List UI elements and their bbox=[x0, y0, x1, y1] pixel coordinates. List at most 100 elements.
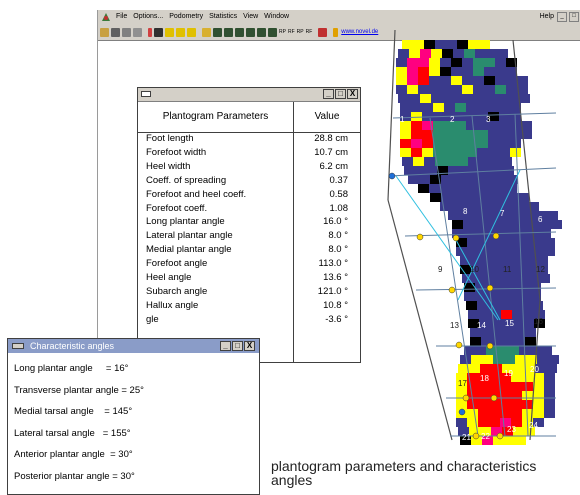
menu-statistics[interactable]: Statistics bbox=[206, 10, 240, 24]
preview-icon[interactable] bbox=[133, 27, 142, 37]
table-row: Forefoot and heel coeff. 0.58 bbox=[138, 189, 360, 201]
angle-row: Medial tarsal angle = 145° bbox=[14, 406, 133, 417]
menu-view[interactable]: View bbox=[240, 10, 261, 24]
pencil-icon[interactable] bbox=[333, 27, 339, 37]
menu-window[interactable]: Window bbox=[261, 10, 292, 24]
website-link[interactable]: www.novel.de bbox=[341, 29, 378, 35]
angle-row: Transverse plantar angle = 25° bbox=[14, 384, 144, 396]
table-row: Forefoot width 10.7 cm bbox=[138, 147, 360, 159]
parameters-table: Plantogram Parameters Value Foot length 2… bbox=[138, 102, 360, 362]
plantogram-parameters-window: _ □ X Plantogram Parameters Value Foot l… bbox=[137, 87, 361, 363]
parameter-value: 121.0 ° bbox=[317, 285, 348, 297]
parameter-name: Hallux angle bbox=[146, 299, 199, 311]
parameter-value: 13.6 ° bbox=[323, 272, 348, 283]
parameter-name: gle bbox=[146, 313, 159, 325]
footprint-right-icon[interactable] bbox=[187, 27, 196, 37]
window-title: Characteristic angles bbox=[30, 341, 115, 351]
parameters-titlebar[interactable]: _ □ X bbox=[138, 88, 360, 102]
mdi-restore-button[interactable]: □ bbox=[569, 12, 579, 22]
toolbar-rp-1[interactable]: RP bbox=[279, 29, 286, 35]
analysis-3-icon[interactable] bbox=[235, 27, 244, 37]
marker-icon[interactable] bbox=[148, 27, 152, 37]
column-header-parameter: Plantogram Parameters bbox=[138, 102, 294, 132]
toolbar-rf-2[interactable]: RF bbox=[306, 29, 313, 35]
window-menu-icon[interactable] bbox=[12, 343, 24, 349]
table-row: gle -3.6 ° bbox=[138, 314, 360, 326]
analysis-2-icon[interactable] bbox=[224, 27, 233, 37]
parameter-value: 8.0 ° bbox=[328, 244, 348, 256]
analysis-1-icon[interactable] bbox=[213, 27, 222, 37]
parameter-name: Forefoot and heel coeff. bbox=[146, 188, 247, 200]
parameter-name: Medial plantar angle bbox=[146, 244, 232, 256]
parameter-value: 10.7 cm bbox=[314, 146, 348, 158]
maximize-button[interactable]: □ bbox=[232, 341, 243, 351]
footprint-left-icon[interactable] bbox=[176, 27, 185, 37]
table-header: Plantogram Parameters Value bbox=[138, 102, 360, 133]
parameter-name: Subarch angle bbox=[146, 285, 208, 297]
mdi-minimize-button[interactable]: _ bbox=[557, 12, 567, 22]
table-row: Heel width 6.2 cm bbox=[138, 161, 360, 173]
table-row: Subarch angle 121.0 ° bbox=[138, 286, 360, 298]
table-row: Forefoot coeff. 1.08 bbox=[138, 203, 360, 215]
angle-row: Posterior plantar angle = 30° bbox=[14, 470, 135, 482]
print-icon[interactable] bbox=[122, 27, 131, 37]
table-row: Coeff. of spreading 0.37 bbox=[138, 175, 360, 187]
parameter-value: 6.2 cm bbox=[319, 160, 348, 172]
characteristic-angles-titlebar[interactable]: Characteristic angles _ □ X bbox=[8, 339, 259, 353]
parameter-value: 28.8 cm bbox=[314, 133, 348, 144]
minimize-button[interactable]: _ bbox=[323, 89, 334, 99]
parameter-value: 16.0 ° bbox=[323, 216, 348, 228]
parameter-name: Heel width bbox=[146, 160, 191, 172]
parameter-name: Foot length bbox=[146, 133, 194, 144]
maximize-button[interactable]: □ bbox=[335, 89, 346, 99]
grid-icon[interactable] bbox=[154, 27, 163, 37]
open-folder-icon[interactable] bbox=[100, 27, 109, 37]
table-row: Long plantar angle 16.0 ° bbox=[138, 216, 360, 228]
toolbar-rf-1[interactable]: RF bbox=[288, 29, 295, 35]
parameter-name: Forefoot angle bbox=[146, 258, 208, 270]
angle-row: Long plantar angle = 16° bbox=[14, 363, 129, 374]
angle-row: Anterior plantar angle = 30° bbox=[14, 449, 133, 460]
table-row: Heel angle 13.6 ° bbox=[138, 272, 360, 284]
menu-file[interactable]: File bbox=[113, 10, 130, 24]
parameter-value: 0.37 bbox=[329, 174, 349, 186]
close-button[interactable]: X bbox=[244, 341, 255, 351]
close-button[interactable]: X bbox=[347, 89, 358, 99]
angle-row: Lateral tarsal angle = 155° bbox=[14, 427, 131, 439]
analysis-5-icon[interactable] bbox=[257, 27, 266, 37]
report-icon[interactable] bbox=[318, 27, 328, 37]
table-row: Medial plantar angle 8.0 ° bbox=[138, 244, 360, 256]
menu-options[interactable]: Options... bbox=[130, 10, 166, 24]
parameter-value: 0.58 bbox=[329, 188, 349, 200]
analysis-4-icon[interactable] bbox=[246, 27, 255, 37]
menu-bar: File Options... Podometry Statistics Vie… bbox=[98, 10, 580, 24]
table-row: Foot length 28.8 cm bbox=[138, 133, 360, 145]
parameter-value: 113.0 ° bbox=[318, 258, 348, 270]
parameter-value: -3.6 ° bbox=[325, 313, 348, 325]
parameter-name: Forefoot width bbox=[146, 146, 207, 158]
analysis-6-icon[interactable] bbox=[268, 27, 277, 37]
parameter-name: Coeff. of spreading bbox=[146, 174, 227, 186]
parameter-value: 1.08 bbox=[329, 202, 349, 214]
characteristic-angles-window: Characteristic angles _ □ X Long plantar… bbox=[7, 338, 260, 495]
parameter-name: Heel angle bbox=[146, 272, 192, 283]
parameter-name: Lateral plantar angle bbox=[146, 230, 233, 242]
menu-podometry[interactable]: Podometry bbox=[166, 10, 206, 24]
column-header-value: Value bbox=[314, 111, 340, 122]
toolbar: RP RF RP RF www.novel.de bbox=[98, 24, 580, 41]
menu-help[interactable]: Help bbox=[537, 10, 557, 24]
parameter-value: 8.0 ° bbox=[328, 230, 348, 242]
parameter-value: 10.8 ° bbox=[323, 299, 348, 311]
minimize-button[interactable]: _ bbox=[220, 341, 231, 351]
dataset-icon[interactable] bbox=[202, 27, 211, 37]
window-menu-icon[interactable] bbox=[141, 91, 151, 97]
table-body: Foot length 28.8 cm Forefoot width 10.7 cm H… bbox=[138, 133, 360, 362]
table-row: Hallux angle 10.8 ° bbox=[138, 300, 360, 312]
table-row: Forefoot angle 113.0 ° bbox=[138, 258, 360, 270]
app-logo-icon bbox=[102, 13, 110, 21]
footprint-icon[interactable] bbox=[165, 27, 174, 37]
save-icon[interactable] bbox=[111, 27, 120, 37]
toolbar-rp-2[interactable]: RP bbox=[297, 29, 304, 35]
parameter-name: Forefoot coeff. bbox=[146, 202, 208, 214]
parameter-name: Long plantar angle bbox=[146, 216, 225, 228]
